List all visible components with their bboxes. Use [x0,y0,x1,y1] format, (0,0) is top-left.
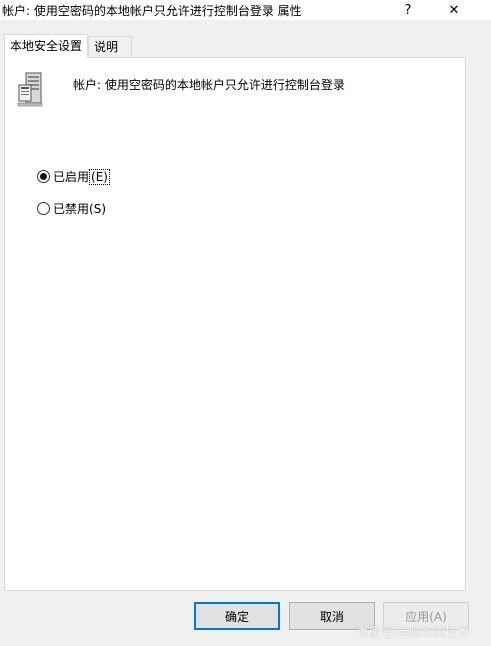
enabled-label: 已启用 (E) [53,169,110,185]
help-button[interactable]: ? [394,0,422,20]
title-bar: 帐户: 使用空密码的本地帐户只允许进行控制台登录 属性 ? ✕ [0,0,491,20]
enabled-radio-option[interactable]: 已启用 (E) [37,168,110,185]
server-icon [17,72,43,107]
disabled-label: 已禁用(S) [53,202,106,216]
disabled-radio-option[interactable]: 已禁用(S) [37,200,106,217]
enabled-radio[interactable] [37,170,50,183]
tab-explain[interactable]: 说明 [88,36,132,56]
disabled-radio[interactable] [37,202,50,215]
watermark: 百家号/电脑系统技术 [357,625,470,639]
window-title: 帐户: 使用空密码的本地帐户只允许进行控制台登录 属性 [2,4,302,18]
policy-title: 帐户: 使用空密码的本地帐户只允许进行控制台登录 [73,78,345,92]
tab-strip: 本地安全设置 说明 [0,34,491,58]
ok-button[interactable]: 确定 [194,602,280,630]
settings-panel: 帐户: 使用空密码的本地帐户只允许进行控制台登录 已启用 (E) 已禁用(S) [4,57,466,591]
close-button[interactable]: ✕ [440,0,468,20]
tab-local-security-setting[interactable]: 本地安全设置 [4,34,88,58]
